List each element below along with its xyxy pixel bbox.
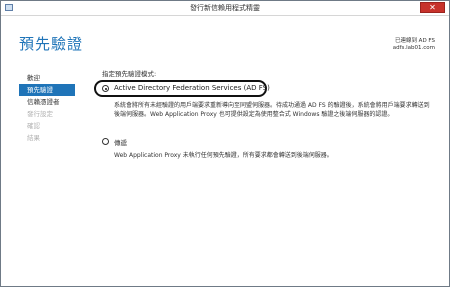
pass-through-option-label[interactable]: 傳遞 — [114, 137, 127, 147]
sidebar-item-welcome[interactable]: 歡迎 — [19, 72, 75, 84]
server-info: 已連線到 AD FS adfs.lab01.com — [393, 38, 435, 52]
pass-through-radio-button[interactable] — [102, 138, 109, 145]
sidebar-item-confirmation: 確認 — [27, 122, 40, 130]
window-title: 發行新信賴用程式精靈 — [190, 4, 260, 12]
wizard-window: 發行新信賴用程式精靈 ✕ 預先驗證 已連線到 AD FS adfs.lab01.… — [0, 0, 450, 287]
server-label: 已連線到 AD FS — [394, 38, 435, 44]
adfs-option-description: 系統會將所有未經驗證的用戶端要求重新導向至同盟伺服器。待成功通過 AD FS 的… — [114, 102, 430, 118]
pass-through-option-description: Web Application Proxy 未執行任何預先驗證，所有要求都會轉送… — [114, 152, 333, 159]
wizard-steps-sidebar: 歡迎 預先驗證 信賴憑證者 發行設定 確認 結果 — [19, 72, 75, 144]
sidebar-item-relying-party[interactable]: 信賴憑證者 — [19, 96, 75, 108]
adfs-option-label[interactable]: Active Directory Federation Services (AD… — [114, 84, 270, 92]
server-name: adfs.lab01.com — [392, 45, 435, 51]
close-button[interactable]: ✕ — [420, 2, 445, 13]
section-label: 指定預先驗證模式: — [102, 70, 157, 78]
page-title: 預先驗證 — [19, 35, 84, 53]
adfs-radio-button[interactable] — [102, 85, 109, 92]
title-bar: 發行新信賴用程式精靈 ✕ — [1, 1, 449, 16]
sidebar-item-publishing-settings: 發行設定 — [27, 110, 53, 118]
sidebar-item-preauthentication[interactable]: 預先驗證 — [19, 84, 75, 96]
sidebar-item-results: 結果 — [27, 134, 40, 142]
